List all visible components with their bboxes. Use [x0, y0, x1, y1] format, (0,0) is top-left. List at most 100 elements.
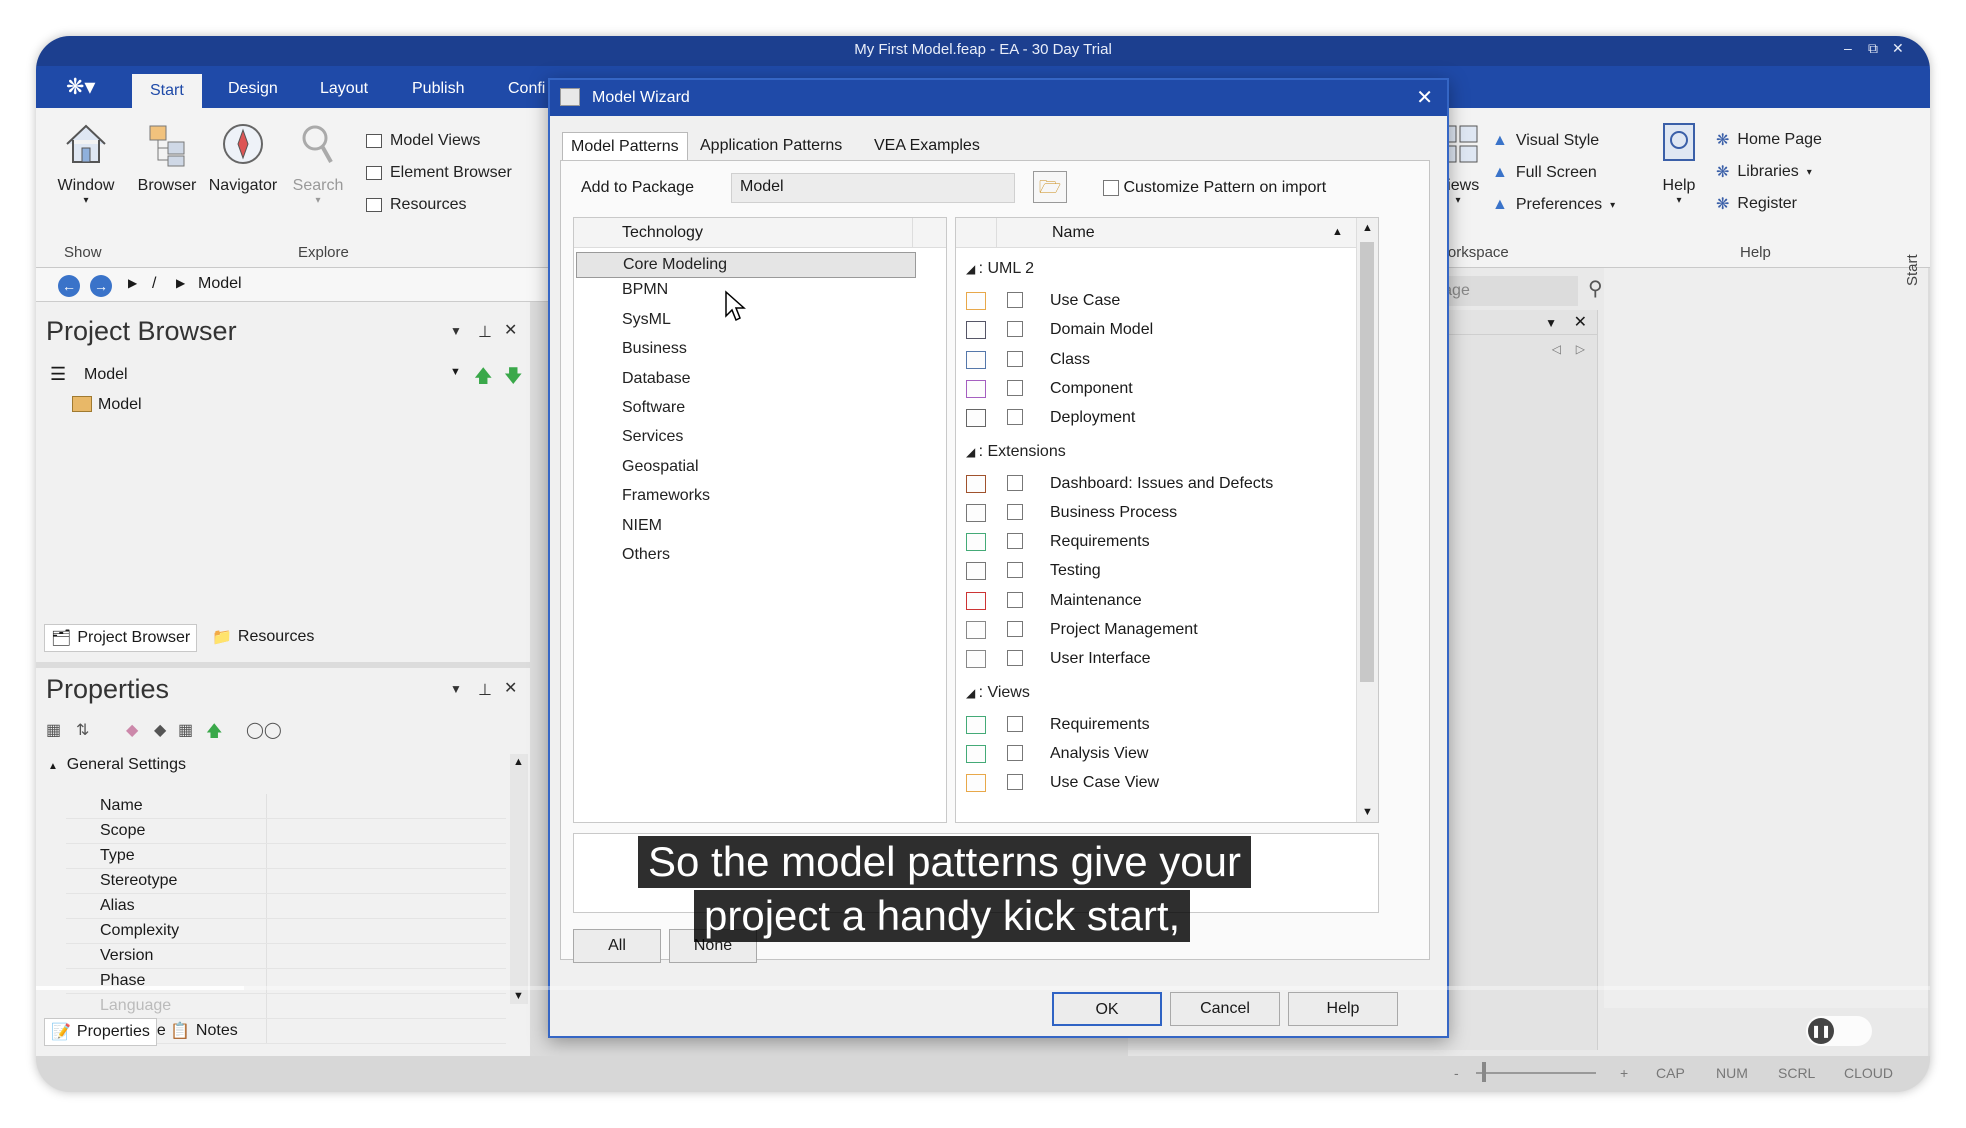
- technology-item[interactable]: Database: [622, 370, 691, 388]
- collapse-icon[interactable]: ◢: [966, 262, 979, 276]
- technology-item[interactable]: BPMN: [622, 281, 668, 299]
- property-row[interactable]: Stereotype: [66, 869, 506, 894]
- ok-button[interactable]: OK: [1052, 992, 1162, 1026]
- pin-icon[interactable]: ⊥: [478, 322, 492, 342]
- pattern-item[interactable]: Project Management: [966, 619, 1356, 643]
- browser-button[interactable]: Browser: [132, 120, 202, 195]
- pattern-item[interactable]: Deployment: [966, 407, 1356, 431]
- pattern-checkbox[interactable]: [1007, 292, 1023, 308]
- sort-icon[interactable]: ⇅: [76, 720, 89, 740]
- technology-item[interactable]: Business: [622, 340, 687, 358]
- forward-icon[interactable]: →: [90, 275, 112, 297]
- pattern-item[interactable]: Use Case: [966, 290, 1356, 314]
- breadcrumb-arrow-icon[interactable]: ▶: [128, 276, 137, 290]
- property-row[interactable]: Version: [66, 944, 506, 969]
- next-icon[interactable]: ▷: [1576, 342, 1585, 356]
- help-button[interactable]: Help: [1288, 992, 1398, 1026]
- element-icon[interactable]: ◆: [126, 720, 138, 740]
- pattern-item[interactable]: User Interface: [966, 648, 1356, 672]
- tab-model-patterns[interactable]: Model Patterns: [562, 132, 688, 161]
- minimize-icon[interactable]: –: [1844, 40, 1852, 56]
- model-views-button[interactable]: Model Views: [366, 132, 480, 150]
- pattern-checkbox[interactable]: [1007, 409, 1023, 426]
- pattern-item[interactable]: Domain Model: [966, 319, 1356, 343]
- zoom-handle[interactable]: [1482, 1062, 1486, 1082]
- pattern-checkbox[interactable]: [1007, 744, 1023, 761]
- technology-item[interactable]: Services: [622, 428, 683, 446]
- tab-application-patterns[interactable]: Application Patterns: [692, 132, 850, 160]
- pattern-item[interactable]: Requirements: [966, 531, 1356, 555]
- help-button[interactable]: Help ▾: [1654, 120, 1704, 206]
- tab-design[interactable]: Design: [220, 76, 286, 102]
- tab-layout[interactable]: Layout: [312, 76, 376, 102]
- pattern-checkbox[interactable]: [1007, 379, 1023, 396]
- customize-pattern-checkbox[interactable]: Customize Pattern on import: [1103, 179, 1326, 197]
- checkbox[interactable]: [1103, 179, 1119, 196]
- pattern-item[interactable]: Class: [966, 349, 1356, 373]
- close-window-icon[interactable]: ✕: [1892, 40, 1904, 57]
- glasses-icon[interactable]: ◯◯: [246, 720, 282, 740]
- properties-icon[interactable]: ▦: [178, 720, 193, 740]
- pane-menu-icon[interactable]: ▼: [450, 324, 462, 338]
- technology-item[interactable]: SysML: [622, 311, 671, 329]
- pattern-item[interactable]: Dashboard: Issues and Defects: [966, 473, 1356, 497]
- pattern-checkbox[interactable]: [1007, 562, 1023, 579]
- tab-resources[interactable]: 📁 Resources: [206, 624, 320, 650]
- property-row[interactable]: Name: [66, 794, 506, 819]
- tree-item[interactable]: Model: [72, 394, 192, 418]
- pattern-checkbox[interactable]: [1007, 650, 1023, 667]
- pane-menu-icon[interactable]: ▼: [450, 682, 462, 696]
- tab-notes[interactable]: 📋 Notes: [164, 1018, 244, 1044]
- tab-vea-examples[interactable]: VEA Examples: [866, 132, 988, 160]
- pattern-checkbox[interactable]: [1007, 533, 1023, 550]
- search-button[interactable]: Search ▾: [286, 120, 350, 206]
- scroll-down-icon[interactable]: ▼: [513, 990, 524, 1002]
- pattern-group[interactable]: ◢ : Views: [966, 684, 1030, 702]
- navigator-button[interactable]: Navigator: [202, 120, 284, 195]
- collapse-icon[interactable]: ◢: [966, 686, 979, 700]
- tab-configure[interactable]: Confi: [500, 76, 553, 102]
- tab-start[interactable]: Start: [132, 74, 202, 108]
- technology-item[interactable]: Frameworks: [622, 487, 710, 505]
- zoom-in-label[interactable]: +: [1620, 1065, 1628, 1081]
- pattern-item[interactable]: Maintenance: [966, 590, 1356, 614]
- technology-item[interactable]: Geospatial: [622, 458, 699, 476]
- categorized-icon[interactable]: ▦: [46, 720, 61, 740]
- pattern-item[interactable]: Testing: [966, 560, 1356, 584]
- property-row[interactable]: Alias: [66, 894, 506, 919]
- pattern-checkbox[interactable]: [1007, 321, 1023, 338]
- properties-scrollbar[interactable]: ▲ ▼: [510, 754, 528, 1004]
- collapse-icon[interactable]: ◢: [966, 445, 979, 459]
- hamburger-icon[interactable]: ☰: [50, 364, 66, 385]
- side-tab-start[interactable]: Start: [1904, 254, 1921, 286]
- restore-icon[interactable]: ⧉: [1868, 40, 1878, 57]
- app-menu-icon[interactable]: ❋▾: [66, 74, 106, 102]
- full-screen-button[interactable]: ▲ Full Screen: [1492, 164, 1597, 182]
- element-browser-button[interactable]: Element Browser: [366, 164, 512, 182]
- select-all-button[interactable]: All: [573, 929, 661, 963]
- breadcrumb-arrow-icon[interactable]: ▶: [176, 276, 185, 290]
- pattern-checkbox[interactable]: [1007, 350, 1023, 367]
- pattern-item[interactable]: Component: [966, 378, 1356, 402]
- sort-asc-icon[interactable]: ▲: [1332, 226, 1343, 238]
- pattern-item[interactable]: Analysis View: [966, 743, 1356, 767]
- technology-item[interactable]: NIEM: [622, 517, 662, 535]
- search-icon[interactable]: ⚲: [1588, 276, 1603, 301]
- pattern-group[interactable]: ◢ : Extensions: [966, 443, 1066, 461]
- breadcrumb-current[interactable]: Model: [198, 275, 242, 293]
- libraries-button[interactable]: ❋ Libraries ▾: [1716, 162, 1812, 182]
- property-row[interactable]: Type: [66, 844, 506, 869]
- root-dropdown-icon[interactable]: ▼: [450, 366, 461, 378]
- move-down-icon[interactable]: 🡇: [504, 364, 523, 394]
- pattern-item[interactable]: Requirements: [966, 714, 1356, 738]
- scroll-down-icon[interactable]: ▼: [1362, 806, 1373, 818]
- close-panel-icon[interactable]: ✕: [1574, 312, 1587, 332]
- close-pane-icon[interactable]: ✕: [504, 678, 517, 698]
- property-row[interactable]: Phase: [66, 969, 506, 994]
- prev-icon[interactable]: ◁: [1552, 342, 1561, 356]
- back-icon[interactable]: ←: [58, 275, 80, 297]
- up-icon[interactable]: 🡅: [206, 720, 222, 747]
- visual-style-button[interactable]: ▲ Visual Style: [1492, 132, 1599, 150]
- dialog-close-icon[interactable]: ✕: [1416, 85, 1433, 110]
- tag-icon[interactable]: ◆: [154, 720, 166, 740]
